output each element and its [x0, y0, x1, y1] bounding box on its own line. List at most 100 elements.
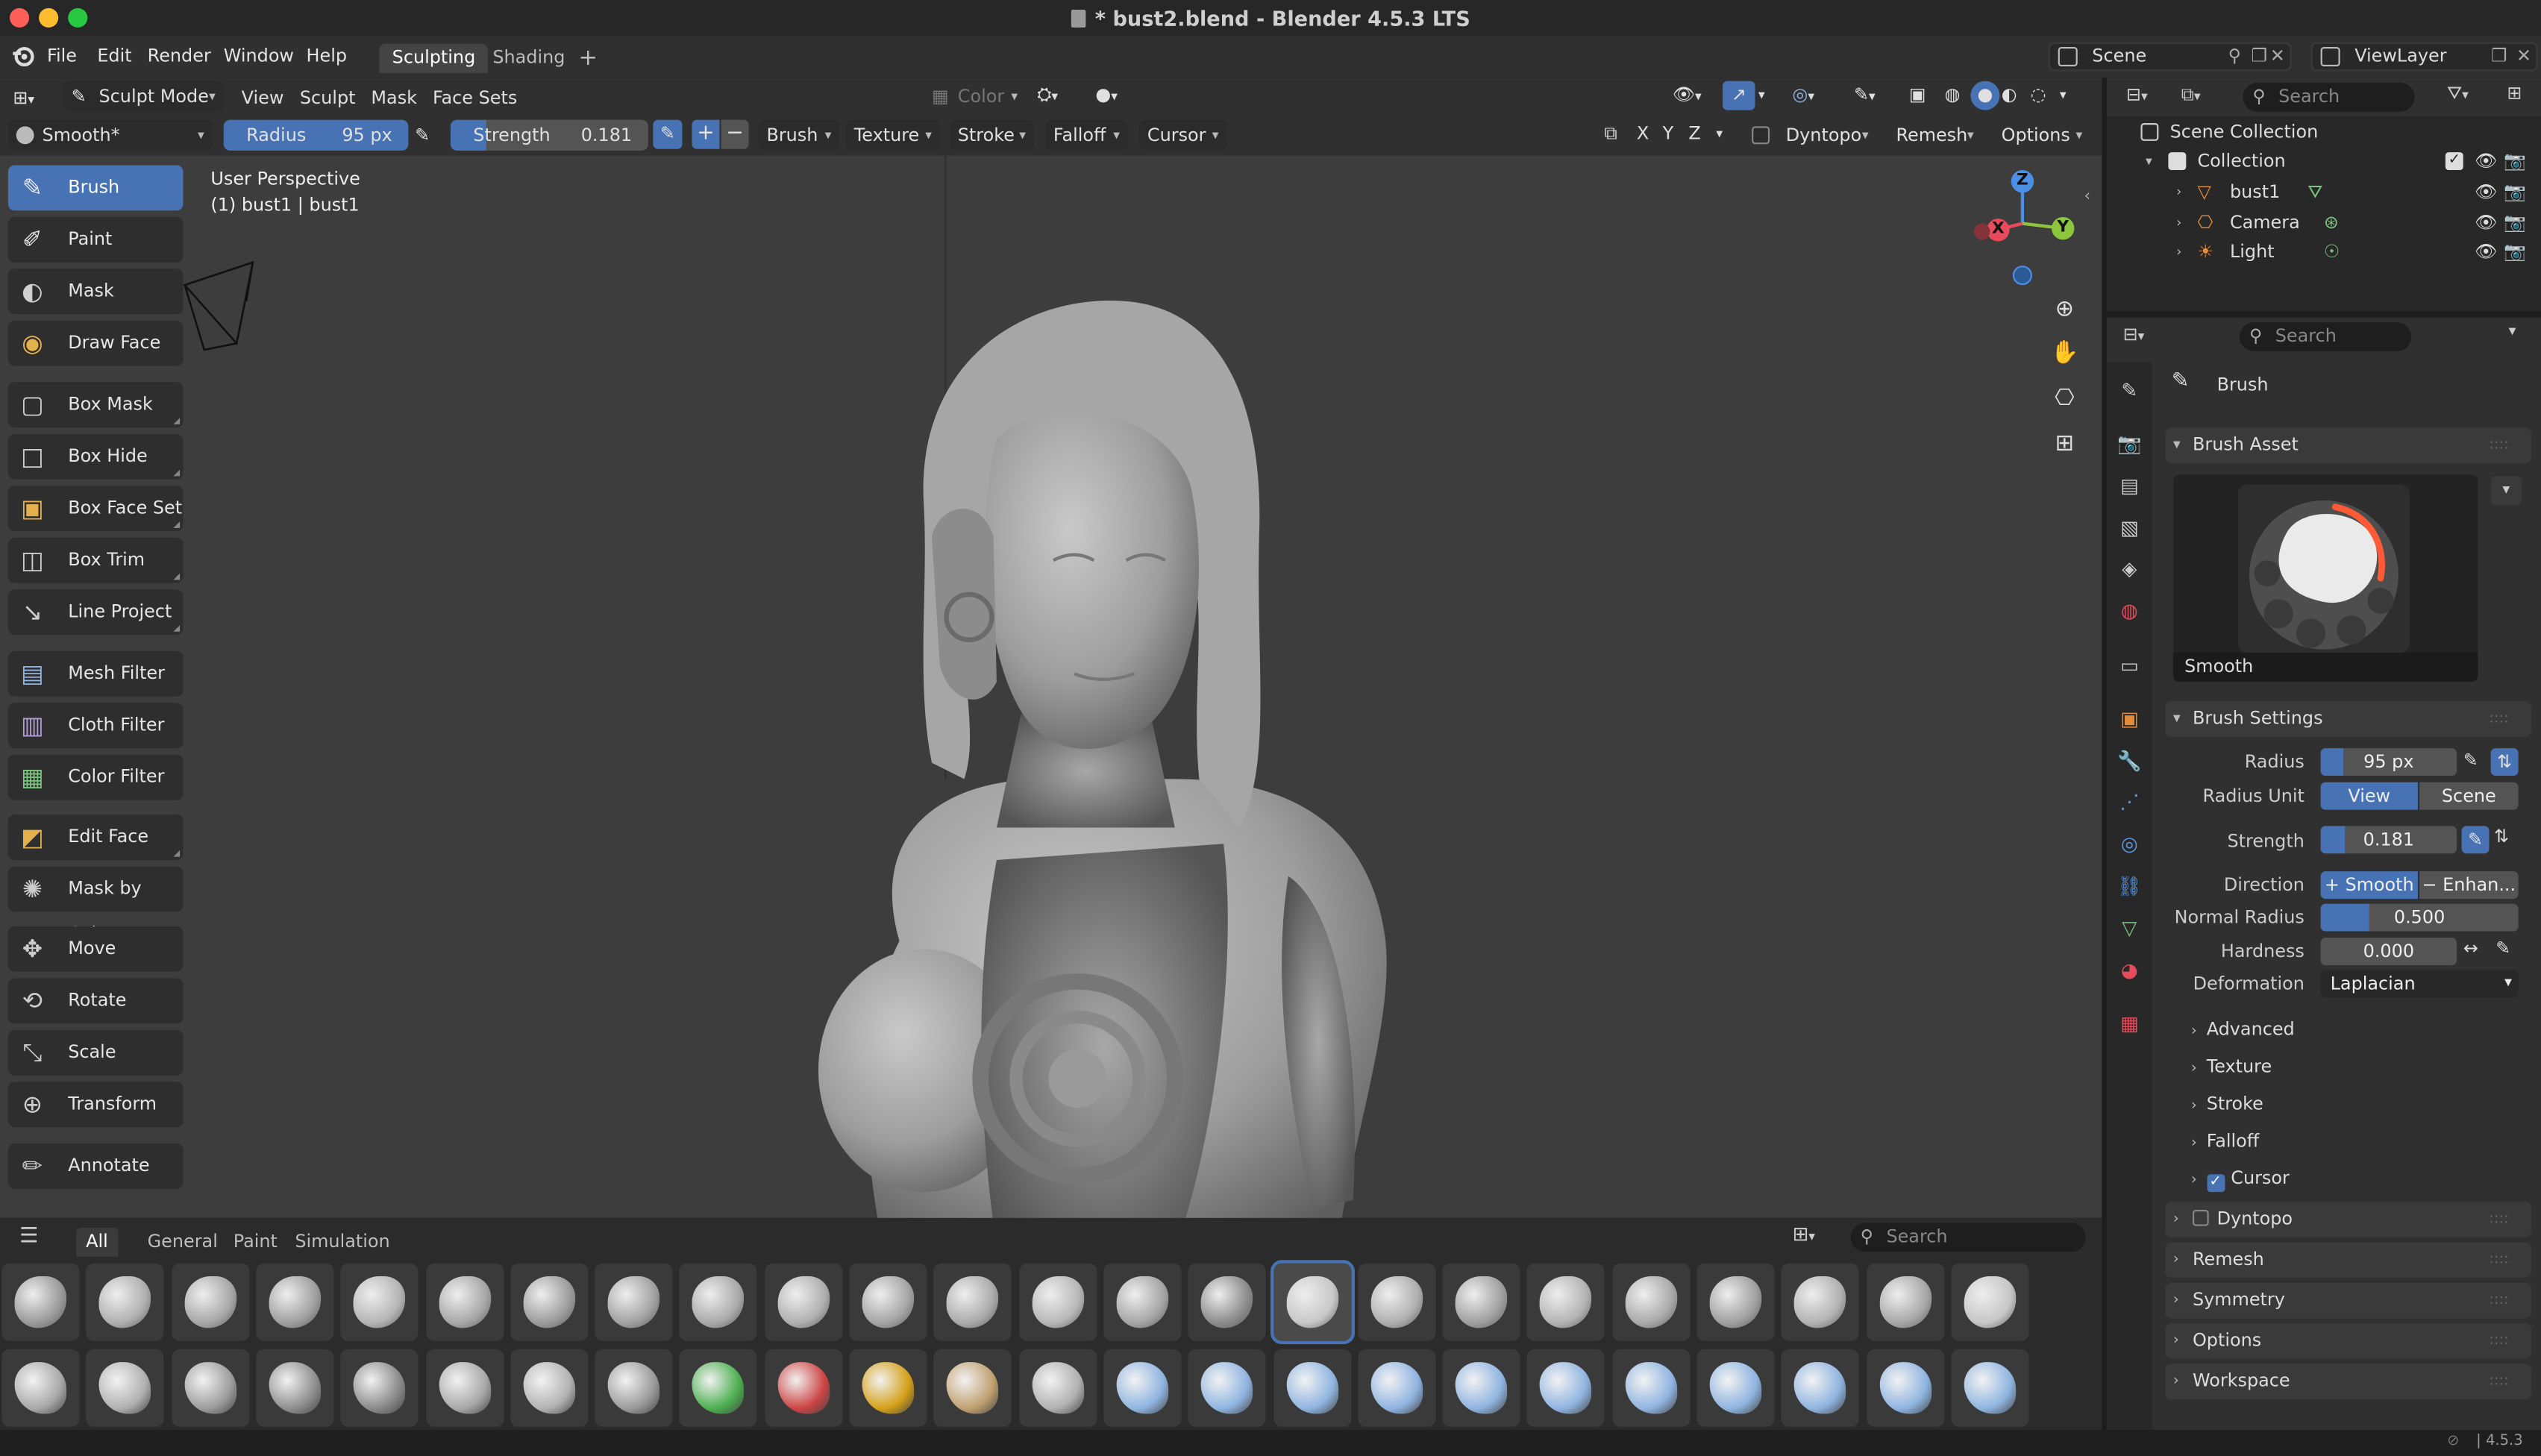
data-tab-icon[interactable]: ▽ — [2117, 915, 2143, 941]
strength-pressure-prop-icon[interactable]: ✎ — [2461, 826, 2490, 854]
mirror-x-toggle[interactable]: X — [1637, 120, 1649, 149]
brush-thumbnail[interactable] — [1269, 1260, 1354, 1345]
pin-icon[interactable]: ⚲ — [2228, 44, 2242, 70]
stroke-menu[interactable]: Stroke ▾ — [949, 119, 1034, 151]
radius-field[interactable]: Radius 95 px — [223, 119, 409, 151]
brush-thumbnail[interactable] — [1357, 1263, 1436, 1341]
blender-logo-icon[interactable] — [11, 44, 34, 72]
tool-mask[interactable]: ◐ Mask — [7, 269, 184, 315]
menu-window[interactable]: Window — [224, 46, 294, 66]
tool-transform[interactable]: ⊕ Transform — [7, 1082, 184, 1128]
radius-unit-scene-button[interactable]: Scene — [2419, 782, 2519, 810]
outliner-search-input[interactable]: ⚲ Search — [2243, 82, 2415, 112]
brush-thumbnail[interactable] — [1611, 1349, 1690, 1427]
brush-thumbnail[interactable] — [86, 1349, 165, 1427]
physics-tab-icon[interactable]: ◎ — [2117, 831, 2143, 857]
cursor-menu[interactable]: Cursor ▾ — [1139, 119, 1227, 151]
brush-thumbnail[interactable] — [510, 1263, 589, 1341]
brush-thumbnail[interactable] — [1188, 1349, 1266, 1427]
bust-sculpt-model[interactable] — [802, 293, 1402, 1249]
radius-jitter-icon[interactable]: ⇅ — [2490, 748, 2519, 776]
brush-thumbnail[interactable] — [1273, 1349, 1351, 1427]
scene-tab-icon[interactable]: ◈ — [2117, 556, 2143, 582]
camera-view-icon[interactable]: ⎔ — [2046, 380, 2082, 416]
expand-icon[interactable]: › — [2176, 178, 2181, 207]
strength-field[interactable]: Strength 0.181 — [450, 119, 648, 151]
brush-thumbnail[interactable] — [425, 1263, 504, 1341]
gizmo-neg-z[interactable] — [2012, 266, 2032, 286]
delete-viewlayer-icon[interactable]: ✕ — [2516, 44, 2531, 70]
strength-prop-field[interactable]: 0.181 — [2320, 826, 2457, 854]
strength-jitter-icon[interactable]: ⇅ — [2494, 826, 2509, 847]
camera-data-icon[interactable]: ⊛ — [2324, 208, 2339, 237]
drag-handle-icon[interactable]: :::: — [2489, 1283, 2508, 1319]
pan-hand-icon[interactable]: ✋ — [2046, 335, 2082, 371]
brush-thumbnail[interactable] — [849, 1263, 927, 1341]
radius-prop-field[interactable]: 95 px — [2320, 748, 2457, 776]
view-layer-tab-icon[interactable]: ▧ — [2117, 515, 2143, 541]
brush-thumbnail[interactable] — [933, 1349, 1012, 1427]
expand-icon[interactable]: › — [2176, 238, 2181, 267]
brush-thumbnail[interactable] — [1527, 1349, 1605, 1427]
menu-edit[interactable]: Edit — [97, 46, 131, 66]
render-camera-icon[interactable]: 📷 — [2504, 238, 2526, 267]
brush-thumbnail[interactable] — [340, 1263, 419, 1341]
shelf-tab-all[interactable]: All — [76, 1227, 118, 1257]
hardness-pressure-icon[interactable]: ✎ — [2495, 938, 2510, 958]
render-camera-icon[interactable]: 📷 — [2504, 178, 2526, 207]
tool-rotate[interactable]: ⟲ Rotate — [7, 978, 184, 1024]
eye-icon[interactable]: 👁 — [2475, 148, 2497, 177]
brush-thumbnail[interactable] — [1018, 1349, 1097, 1427]
symmetry-icon[interactable]: ⧉ — [1604, 120, 1617, 149]
brush-thumbnail[interactable] — [1103, 1263, 1182, 1341]
brush-thumbnail[interactable] — [1188, 1263, 1266, 1341]
tool-mask-by-col[interactable]: ✺Mask by Col... — [7, 866, 184, 944]
outliner-row-scene-collection[interactable]: Scene Collection — [2107, 119, 2541, 148]
brush-thumbnail[interactable] — [1, 1349, 80, 1427]
gizmo-dropdown-icon[interactable]: ▾ — [1758, 81, 1765, 110]
display-mode-icon[interactable]: ⧉▾ — [2181, 84, 2201, 107]
outliner-row-light[interactable]: › ☀ Light ☉ 👁 📷 — [2107, 238, 2541, 267]
filter-icon[interactable]: ⛛▾ — [2447, 83, 2469, 105]
visibility-icon[interactable]: 👁▾ — [1673, 81, 1702, 110]
mirror-y-toggle[interactable]: Y — [1663, 120, 1674, 149]
material-tab-icon[interactable]: ◕ — [2117, 957, 2143, 983]
minimize-window-button[interactable] — [39, 7, 59, 28]
gizmo-x-axis[interactable]: X — [1987, 219, 2010, 242]
tool-line-project[interactable]: ↘ Line Project — [7, 589, 184, 636]
remesh-menu[interactable]: Remesh ▾ — [1888, 120, 1982, 151]
brush-thumbnail[interactable] — [1696, 1263, 1775, 1341]
brush-thumbnail[interactable] — [1442, 1349, 1520, 1427]
radius-pressure-icon[interactable]: ✎ — [415, 122, 430, 151]
delete-scene-icon[interactable]: ✕ — [2270, 44, 2285, 70]
subpanel-advanced[interactable]: › Advanced — [2191, 1019, 2295, 1040]
dyntopo-menu[interactable]: Dyntopo ▾ — [1776, 120, 1877, 151]
brush-thumbnail[interactable] — [595, 1349, 673, 1427]
brush-thumbnail[interactable] — [1781, 1349, 1860, 1427]
brush-thumbnail[interactable] — [1, 1263, 80, 1341]
tool-scale[interactable]: ⤡ Scale — [7, 1029, 184, 1076]
collection-tab-icon[interactable]: ▭ — [2117, 653, 2143, 679]
eye-icon[interactable]: 👁 — [2475, 238, 2497, 267]
panel-remesh[interactable]: › Remesh:::: — [2165, 1242, 2531, 1278]
falloff-menu[interactable]: Falloff ▾ — [1045, 119, 1128, 151]
drag-handle-icon[interactable]: :::: — [2489, 1323, 2508, 1359]
subpanel-cursor[interactable]: › ✓ Cursor — [2191, 1168, 2290, 1193]
shelf-tab-general[interactable]: General — [138, 1228, 228, 1257]
tool-annotate[interactable]: ✏ Annotate — [7, 1143, 184, 1189]
tool-box-face-set[interactable]: ▣ Box Face Set — [7, 486, 184, 532]
gizmo-y-axis[interactable]: Y — [2052, 216, 2075, 240]
brush-thumbnail[interactable] — [1527, 1263, 1605, 1341]
dyntopo-panel-checkbox[interactable] — [2192, 1209, 2209, 1226]
brush-thumbnail[interactable] — [1866, 1263, 1944, 1341]
brush-thumbnail[interactable] — [1866, 1349, 1944, 1427]
brush-thumbnail[interactable] — [595, 1263, 673, 1341]
transform-pivot-icon[interactable]: ⛭▾ — [1037, 81, 1058, 110]
hardness-invert-icon[interactable]: ↔ — [2463, 938, 2478, 958]
gizmo-neg-x[interactable] — [1973, 223, 1990, 240]
new-collection-icon[interactable]: ⊞ — [2507, 83, 2522, 104]
strength-pressure-icon[interactable]: ✎ — [653, 119, 683, 149]
direction-smooth-button[interactable]: + Smooth — [2320, 871, 2418, 900]
panel-brush-settings[interactable]: ▾ Brush Settings:::: — [2165, 701, 2531, 737]
new-viewlayer-icon[interactable]: ❐ — [2491, 44, 2507, 70]
